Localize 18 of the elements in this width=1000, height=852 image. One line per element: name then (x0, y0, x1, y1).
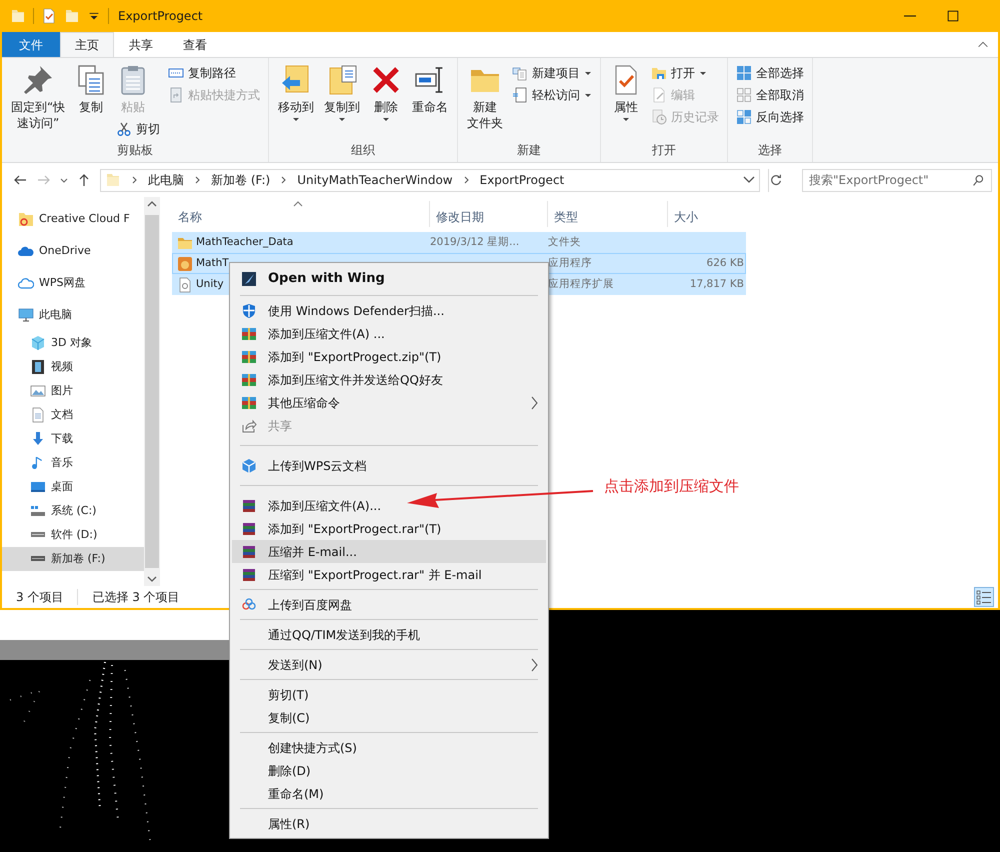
type-cell: 文件夹 (548, 236, 581, 248)
status-text: 3 个项目 (16, 589, 64, 606)
file-name: MathT (196, 256, 229, 271)
annotation-label: 点击添加到压缩文件 (604, 476, 739, 497)
size-cell: 17,817 KB (690, 278, 744, 290)
group-label: 新建 (516, 142, 542, 159)
type-cell: 应用程序扩展 (548, 278, 614, 290)
group-label: 剪贴板 (116, 142, 154, 159)
group-label: 打开 (651, 142, 678, 159)
file-name: MathTeacher_Data (196, 234, 294, 250)
file-name: Unity (196, 276, 224, 292)
group-label: 选择 (757, 142, 784, 159)
status-text: 已选择 3 个项目 (92, 589, 180, 606)
type-cell: 应用程序 (548, 256, 592, 269)
date-cell: 2019/3/12 星期... (430, 236, 520, 248)
size-cell: 626 KB (706, 256, 744, 269)
group-label: 组织 (350, 142, 376, 159)
window-title: ExportProgect (118, 8, 203, 25)
